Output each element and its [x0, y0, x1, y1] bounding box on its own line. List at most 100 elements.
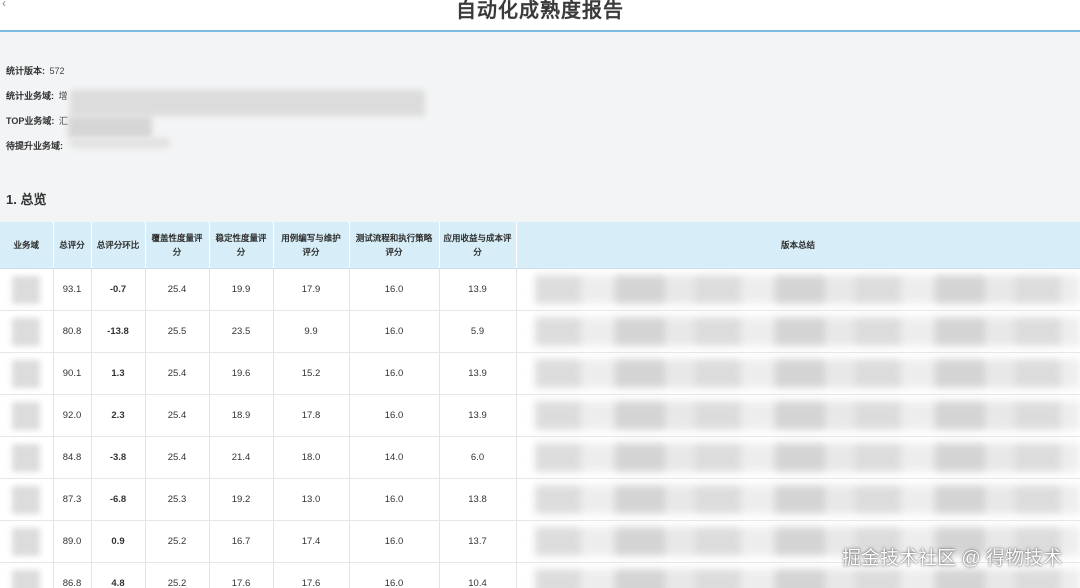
cell-process: 16.0: [349, 268, 440, 311]
table-row[interactable]: 80.8 -13.8 25.5 23.5 9.9 16.0 5.9: [0, 310, 1080, 353]
redacted-summary: [534, 401, 1080, 430]
cell-change: -0.7: [91, 268, 146, 311]
redacted-summary: [534, 485, 1080, 514]
col-header-process[interactable]: 测试流程和执行策略评分: [349, 222, 440, 269]
cell-domain: [0, 478, 54, 521]
redacted-domain-name: [12, 317, 41, 346]
cell-stability: 16.7: [209, 520, 274, 563]
cell-summary: [516, 436, 1080, 479]
col-header-coverage[interactable]: 覆盖性度量评分: [145, 222, 210, 269]
redacted-domain-name: [12, 359, 41, 388]
cell-change: 2.3: [91, 394, 146, 437]
redacted-domain-name: [12, 569, 41, 588]
redacted-summary: [534, 359, 1080, 388]
cell-stability: 19.9: [209, 268, 274, 311]
cell-summary: [516, 310, 1080, 353]
col-header-change[interactable]: 总评分环比: [91, 222, 146, 269]
redacted-summary: [534, 317, 1080, 346]
stat-version-value: 572: [49, 66, 65, 76]
cell-total: 80.8: [53, 310, 92, 353]
cell-process: 16.0: [349, 478, 440, 521]
cell-summary: [516, 352, 1080, 395]
stat-version-label: 统计版本:: [6, 66, 45, 76]
page-title: 自动化成熟度报告: [456, 0, 624, 22]
cell-process: 16.0: [349, 394, 440, 437]
redacted-domain-name: [12, 485, 41, 514]
cell-change: 0.9: [91, 520, 146, 563]
cell-benefit: 13.7: [439, 520, 517, 563]
redacted-domain-name: [12, 527, 41, 556]
cell-coverage: 25.5: [145, 310, 210, 353]
stat-domain-label: 统计业务域:: [6, 91, 54, 101]
table-row[interactable]: 87.3 -6.8 25.3 19.2 13.0 16.0 13.8: [0, 478, 1080, 521]
col-header-case-writing[interactable]: 用例编写与维护评分: [273, 222, 350, 269]
cell-coverage: 25.3: [145, 478, 210, 521]
cell-change: -3.8: [91, 436, 146, 479]
redacted-top-domain: [68, 116, 152, 138]
cell-domain: [0, 268, 54, 311]
cell-case-writing: 15.2: [273, 352, 350, 395]
report-table: 业务域 总评分 总评分环比 覆盖性度量评分 稳定性度量评分 用例编写与维护评分 …: [0, 222, 1080, 588]
redacted-domain-name: [12, 275, 41, 304]
cell-process: 14.0: [349, 436, 440, 479]
col-header-summary[interactable]: 版本总结: [516, 222, 1080, 269]
cell-domain: [0, 520, 54, 563]
cell-coverage: 25.4: [145, 352, 210, 395]
table-row[interactable]: 93.1 -0.7 25.4 19.9 17.9 16.0 13.9: [0, 268, 1080, 311]
cell-total: 93.1: [53, 268, 92, 311]
col-header-domain[interactable]: 业务域: [0, 222, 54, 269]
cell-summary: [516, 478, 1080, 521]
report-page: ‹ 自动化成熟度报告 统计版本: 572 统计业务域: 增 TOP业务域: 汇 …: [0, 0, 1080, 588]
table-header-row: 业务域 总评分 总评分环比 覆盖性度量评分 稳定性度量评分 用例编写与维护评分 …: [0, 222, 1080, 269]
stat-improve: 待提升业务域:: [6, 137, 68, 162]
redacted-improve-domain: [70, 138, 170, 148]
cell-change: -13.8: [91, 310, 146, 353]
cell-domain: [0, 352, 54, 395]
cell-change: -6.8: [91, 478, 146, 521]
redacted-domain-list: [70, 90, 425, 116]
redacted-summary: [534, 443, 1080, 472]
cell-summary: [516, 268, 1080, 311]
cell-total: 89.0: [53, 520, 92, 563]
cell-change: 4.8: [91, 562, 146, 588]
cell-benefit: 5.9: [439, 310, 517, 353]
stat-top-value: 汇: [58, 116, 68, 126]
cell-case-writing: 9.9: [273, 310, 350, 353]
stat-top: TOP业务域: 汇: [6, 112, 68, 137]
table-row[interactable]: 92.0 2.3 25.4 18.9 17.8 16.0 13.9: [0, 394, 1080, 437]
cell-stability: 23.5: [209, 310, 274, 353]
cell-benefit: 13.9: [439, 352, 517, 395]
stat-domain: 统计业务域: 增: [6, 87, 68, 112]
cell-process: 16.0: [349, 520, 440, 563]
redacted-summary: [534, 569, 1080, 588]
col-header-total[interactable]: 总评分: [53, 222, 92, 269]
report-table-wrap: 业务域 总评分 总评分环比 覆盖性度量评分 稳定性度量评分 用例编写与维护评分 …: [0, 222, 1080, 588]
cell-coverage: 25.2: [145, 562, 210, 588]
cell-stability: 19.6: [209, 352, 274, 395]
cell-case-writing: 17.9: [273, 268, 350, 311]
cell-coverage: 25.2: [145, 520, 210, 563]
watermark: 掘金技术社区 @ 得物技术: [842, 548, 1062, 569]
table-row[interactable]: 84.8 -3.8 25.4 21.4 18.0 14.0 6.0: [0, 436, 1080, 479]
stat-improve-label: 待提升业务域:: [6, 141, 63, 151]
cell-summary: [516, 394, 1080, 437]
cell-case-writing: 13.0: [273, 478, 350, 521]
cell-process: 16.0: [349, 310, 440, 353]
table-row[interactable]: 90.1 1.3 25.4 19.6 15.2 16.0 13.9: [0, 352, 1080, 395]
stat-version: 统计版本: 572: [6, 62, 68, 87]
cell-stability: 17.6: [209, 562, 274, 588]
cell-stability: 19.2: [209, 478, 274, 521]
cell-total: 87.3: [53, 478, 92, 521]
cell-case-writing: 18.0: [273, 436, 350, 479]
cell-benefit: 13.9: [439, 268, 517, 311]
cell-total: 86.8: [53, 562, 92, 588]
stat-top-label: TOP业务域:: [6, 116, 55, 126]
cell-case-writing: 17.8: [273, 394, 350, 437]
section-heading-overview: 1. 总览: [6, 192, 47, 207]
cell-domain: [0, 310, 54, 353]
cell-change: 1.3: [91, 352, 146, 395]
cell-coverage: 25.4: [145, 268, 210, 311]
cell-process: 16.0: [349, 562, 440, 588]
col-header-benefit[interactable]: 应用收益与成本评分: [439, 222, 517, 269]
col-header-stability[interactable]: 稳定性度量评分: [209, 222, 274, 269]
